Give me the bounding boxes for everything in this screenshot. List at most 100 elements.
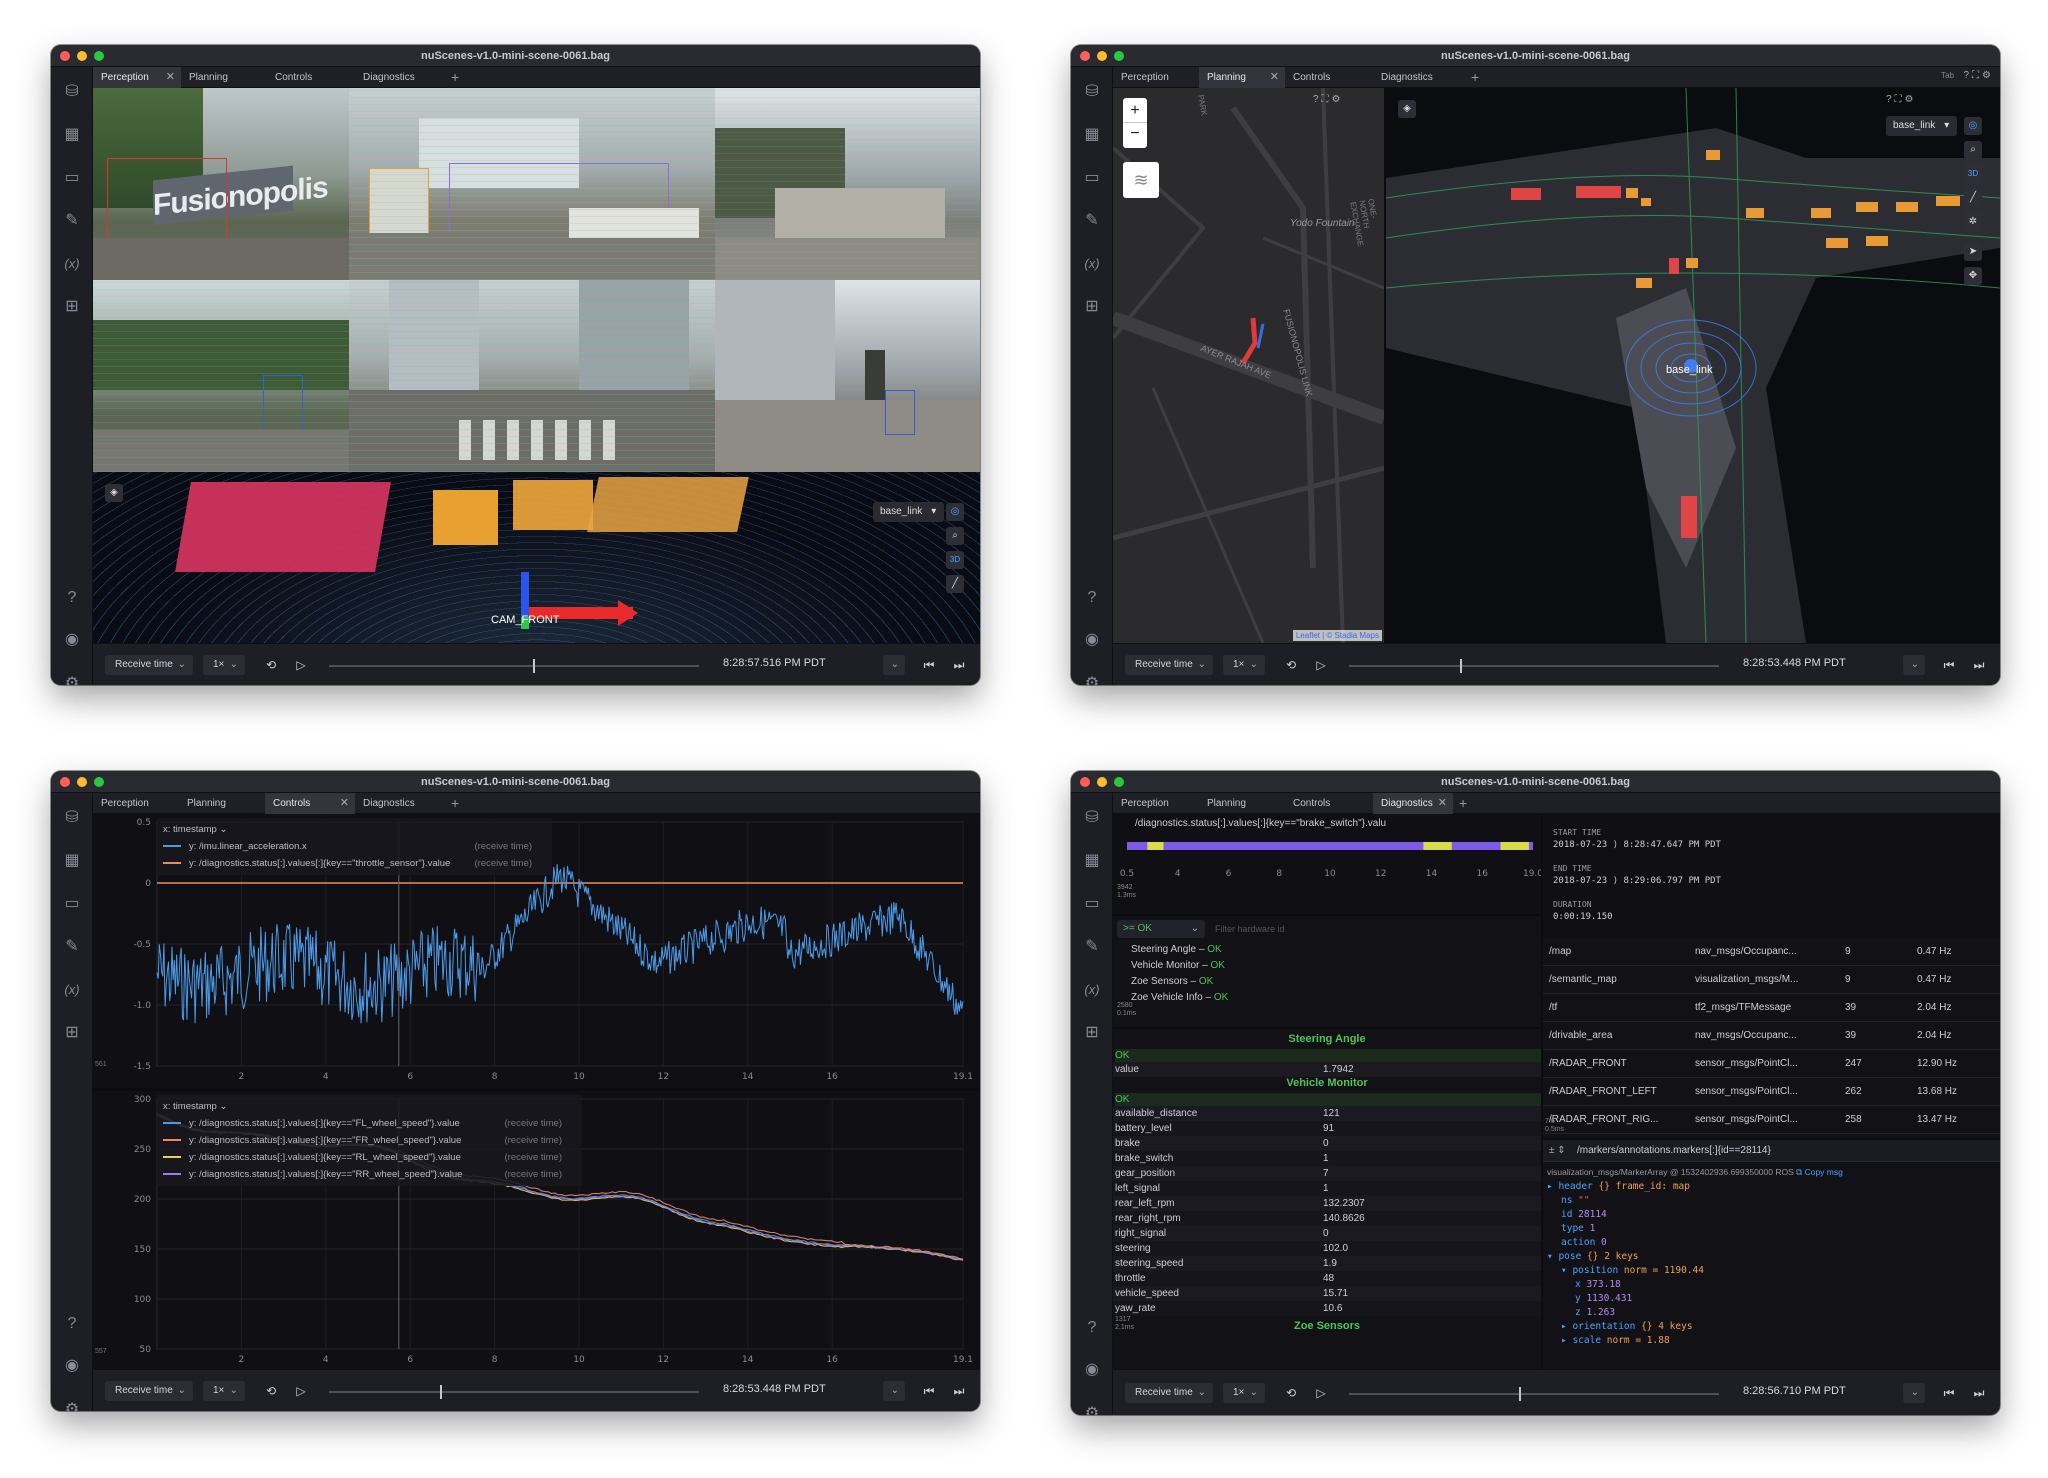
extensions-icon[interactable]: ⊞ xyxy=(1081,1022,1103,1044)
zoom-in-button[interactable]: + xyxy=(1123,98,1147,123)
seek-forward-button[interactable]: ⏭ xyxy=(949,655,969,675)
tab-perception[interactable]: Perception xyxy=(93,793,179,814)
frame-select[interactable]: base_link ▾ xyxy=(873,502,945,522)
layout-icon[interactable]: ▦ xyxy=(61,850,83,872)
scrubber-handle[interactable] xyxy=(1460,659,1462,673)
layout-icon[interactable]: ▦ xyxy=(61,124,83,146)
crosshair-icon[interactable]: ◎ xyxy=(946,503,964,521)
raw-message-row[interactable]: ns "" xyxy=(1547,1194,2000,1208)
panel-settings-icon[interactable]: ✎ xyxy=(61,936,83,958)
variables-icon[interactable]: (x) xyxy=(61,253,83,275)
legend-series-fl[interactable]: y: /diagnostics.status[:].values[:]{key=… xyxy=(163,1115,576,1132)
ruler-icon[interactable]: ╱ xyxy=(1964,189,1982,207)
gear-icon[interactable]: ⚙ xyxy=(1081,1403,1103,1415)
copy-msg-button[interactable]: ⧉ Copy msg xyxy=(1796,1167,1843,1177)
seek-back-button[interactable]: ⏮ xyxy=(919,655,939,675)
search-icon[interactable]: ⌕ xyxy=(1964,141,1982,159)
legend-series-fr[interactable]: y: /diagnostics.status[:].values[:]{key=… xyxy=(163,1132,576,1149)
play-button[interactable]: ▷ xyxy=(291,655,311,675)
loop-icon[interactable]: ⟲ xyxy=(1281,1383,1301,1403)
account-icon[interactable]: ◉ xyxy=(1081,629,1103,651)
loop-icon[interactable]: ⟲ xyxy=(261,655,281,675)
raw-message-row[interactable]: action 0 xyxy=(1547,1236,2000,1250)
time-format-select[interactable]: ⌄ xyxy=(883,1381,905,1401)
time-mode-select[interactable]: Receive time ⌄ xyxy=(1125,655,1213,675)
play-button[interactable]: ▷ xyxy=(291,1381,311,1401)
time-format-select[interactable]: ⌄ xyxy=(1903,655,1925,675)
legend-series-imu[interactable]: y: /imu.linear_acceleration.x (receive ti… xyxy=(163,838,546,855)
variables-icon[interactable]: (x) xyxy=(61,979,83,1001)
scrubber-handle[interactable] xyxy=(440,1385,442,1399)
gear-icon[interactable]: ⚙ xyxy=(61,1399,83,1411)
add-panel-icon[interactable]: ▭ xyxy=(61,167,83,189)
pointer-icon[interactable]: ➤ xyxy=(1964,243,1982,261)
search-icon[interactable]: ⌕ xyxy=(946,527,964,545)
raw-message-row[interactable]: ▾ position norm = 1190.44 xyxy=(1547,1264,2000,1278)
scrubber[interactable] xyxy=(1349,665,1719,667)
topic-row[interactable]: /tf tf2_msgs/TFMessage 39 2.04 Hz xyxy=(1543,994,2000,1022)
scrubber-handle[interactable] xyxy=(532,659,535,673)
tab-diagnostics[interactable]: Diagnostics xyxy=(1373,67,1465,88)
level-filter-select[interactable]: >= OK ⌄ xyxy=(1117,920,1205,938)
help-icon[interactable]: ? xyxy=(61,1313,83,1335)
legend-series-rr[interactable]: y: /diagnostics.status[:].values[:]{key=… xyxy=(163,1166,576,1183)
status-list-item[interactable]: Zoe Vehicle Info – OK xyxy=(1131,990,1541,1006)
add-panel-icon[interactable]: ▭ xyxy=(1081,893,1103,915)
panel-settings-icon[interactable]: ✎ xyxy=(1081,210,1103,232)
add-panel-icon[interactable]: ▭ xyxy=(1081,167,1103,189)
speed-select[interactable]: 1× ⌄ xyxy=(203,655,245,675)
close-icon[interactable]: ✕ xyxy=(340,793,349,814)
play-button[interactable]: ▷ xyxy=(1311,1383,1331,1403)
tab-diagnostics[interactable]: Diagnostics xyxy=(355,67,445,88)
tab-perception[interactable]: Perception ✕ xyxy=(93,67,181,88)
scrubber[interactable] xyxy=(329,1391,699,1393)
time-mode-select[interactable]: Receive time ⌄ xyxy=(1125,1383,1213,1403)
tab-controls[interactable]: Controls xyxy=(1285,67,1373,88)
speed-select[interactable]: 1× ⌄ xyxy=(1223,655,1265,675)
add-tab-button[interactable]: + xyxy=(1459,793,1467,814)
time-mode-select[interactable]: Receive time ⌄ xyxy=(105,655,193,675)
ruler-icon[interactable]: ╱ xyxy=(946,575,964,593)
add-tab-button[interactable]: + xyxy=(1471,67,1479,88)
data-source-icon[interactable]: ⛁ xyxy=(61,807,83,829)
raw-message-row[interactable]: ▸ header {} frame_id: map xyxy=(1547,1180,2000,1194)
time-format-select[interactable]: ⌄ xyxy=(1903,1383,1925,1403)
layers-icon[interactable]: ◈ xyxy=(1398,100,1416,118)
variables-icon[interactable]: (x) xyxy=(1081,253,1103,275)
seek-forward-button[interactable]: ⏭ xyxy=(1969,1383,1989,1403)
plot-panel-imu[interactable]: 0.5 0 -0.5 -1.0 -1.5 2 4 6 8 10 12 14 16 19.1 561 x: t… xyxy=(93,814,980,1088)
account-icon[interactable]: ◉ xyxy=(1081,1359,1103,1381)
tab-perception[interactable]: Perception xyxy=(1113,793,1199,814)
extensions-icon[interactable]: ⊞ xyxy=(1081,296,1103,318)
layers-icon[interactable]: ≋ xyxy=(1123,162,1159,198)
raw-message-row[interactable]: ▾ pose {} 2 keys xyxy=(1547,1250,2000,1264)
move-icon[interactable]: ✥ xyxy=(1964,267,1982,285)
tab-planning[interactable]: Planning xyxy=(181,67,267,88)
3d-scene[interactable]: base_link ◈ base_link ▾ ◎ ⌕ 3D ╱ ✲ ➤ ✥ ?⛶… xyxy=(1386,88,2000,643)
layout-icon[interactable]: ▦ xyxy=(1081,124,1103,146)
tab-planning[interactable]: Planning xyxy=(179,793,265,814)
scrubber[interactable] xyxy=(329,665,699,667)
extensions-icon[interactable]: ⊞ xyxy=(61,1022,83,1044)
hardware-filter-input[interactable]: Filter hardware id xyxy=(1209,920,1537,938)
crosshair-icon[interactable]: ◎ xyxy=(1964,117,1982,135)
status-list-item[interactable]: Zoe Sensors – OK xyxy=(1131,974,1541,990)
tab-perception[interactable]: Perception xyxy=(1113,67,1199,88)
add-panel-icon[interactable]: ▭ xyxy=(61,893,83,915)
tab-controls[interactable]: Controls xyxy=(267,67,355,88)
tab-planning[interactable]: Planning ✕ xyxy=(1199,67,1285,88)
close-icon[interactable]: ✕ xyxy=(166,67,175,88)
variables-icon[interactable]: (x) xyxy=(1081,979,1103,1001)
close-icon[interactable]: ✕ xyxy=(1438,793,1447,814)
legend-series-throttle[interactable]: y: /diagnostics.status[:].values[:]{key=… xyxy=(163,855,546,872)
speed-select[interactable]: 1× ⌄ xyxy=(1223,1383,1265,1403)
gear-icon[interactable]: ⚙ xyxy=(1081,673,1103,685)
layout-icon[interactable]: ▦ xyxy=(1081,850,1103,872)
plot-panel-wheel-speed[interactable]: 300 250 200 150 100 50 2 4 6 8 10 12 14 16 19.1 557 x: … xyxy=(93,1091,980,1369)
topic-row[interactable]: /RADAR_FRONT_LEFT sensor_msgs/PointCl... 2… xyxy=(1543,1078,2000,1106)
add-tab-button[interactable]: + xyxy=(451,793,459,814)
legend-series-rl[interactable]: y: /diagnostics.status[:].values[:]{key=… xyxy=(163,1149,576,1166)
topic-row[interactable]: /map nav_msgs/Occupanc... 9 0.47 Hz xyxy=(1543,938,2000,966)
panel-toolbar-icons[interactable]: ?⛶⚙ xyxy=(1886,94,1917,105)
gear-icon[interactable]: ⚙ xyxy=(61,673,83,685)
